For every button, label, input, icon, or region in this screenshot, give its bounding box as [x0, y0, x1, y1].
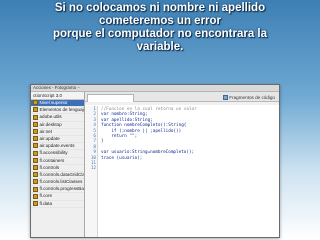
tree-item-label: fl.controls.dataGridClasses — [39, 171, 85, 177]
tree-item-label: fl.controls — [39, 164, 60, 170]
code-line: return ""; — [101, 134, 138, 139]
tree-item-label: fl.controls.progressBarClasses — [39, 186, 85, 192]
code-line: trace (usuario); — [101, 155, 143, 161]
tree-item-label: air.update.events — [39, 143, 75, 149]
actions-window: Acciones - Fotograma ~ ctionScript 3.0 N… — [30, 84, 280, 238]
heading-line-2: cometeremos un error — [98, 15, 222, 27]
package-icon — [33, 136, 38, 142]
package-icon — [33, 129, 38, 135]
tree-item[interactable]: air.update — [31, 135, 84, 144]
tree-item-label: fl.core — [39, 193, 53, 199]
tree-item-label: air.update — [39, 135, 60, 141]
tree-item-label: air.desktop — [39, 121, 62, 127]
package-icon — [33, 200, 38, 206]
code-snippets-button[interactable]: Fragmentos de código — [221, 94, 277, 101]
code-snippets-label: Fragmentos de código — [229, 94, 275, 100]
window-title: Acciones - Fotograma — [33, 85, 76, 90]
package-icon — [33, 121, 38, 127]
heading-line-1: Si no colocamos ni nombre ni apellido — [54, 2, 266, 14]
window-title-bar[interactable]: Acciones - Fotograma ~ — [31, 85, 279, 92]
package-icon — [33, 179, 38, 185]
package-icon — [33, 164, 38, 170]
tree-item[interactable]: air.desktop — [31, 122, 84, 129]
package-icon — [33, 186, 38, 192]
actions-toolbox-panel: ctionScript 3.0 Nivel superior Elementos … — [31, 92, 85, 237]
package-icon — [33, 107, 38, 113]
slide-heading: Si no colocamos ni nombre ni apellido co… — [0, 2, 320, 54]
tree-item-label: fl.controls.listClasses — [39, 179, 83, 185]
tree-item[interactable]: fl.controls — [31, 165, 84, 172]
package-icon — [33, 157, 38, 163]
tree-item[interactable]: fl.core — [31, 193, 84, 201]
heading-line-4: variable. — [136, 41, 184, 53]
package-icon — [33, 172, 38, 178]
tree-item-label: fl.data — [39, 200, 53, 206]
package-tree: Nivel superior Elementos de lenguaje adobe… — [31, 100, 84, 208]
package-icon — [33, 143, 38, 149]
tree-item[interactable]: fl.controls.progressBarClasses — [31, 186, 85, 194]
tree-item-label: fl.containers — [39, 157, 65, 163]
editor-tab-bar: Fragmentos de código — [85, 92, 279, 102]
line-number: 12 — [90, 166, 96, 172]
code-area[interactable]: 1 2 3 4 5 6 7 8 9 10 11 12//Funcion en la cual reto… — [85, 106, 279, 237]
tree-item[interactable]: fl.controls.listClasses — [31, 179, 84, 187]
tree-item[interactable]: fl.accessibility — [31, 150, 84, 158]
snippets-icon — [222, 94, 228, 100]
code-line: } — [101, 139, 104, 145]
tree-item[interactable]: air.update.events — [31, 143, 84, 151]
package-icon — [33, 100, 38, 106]
tree-item[interactable]: fl.data — [31, 201, 84, 208]
tree-item-label: air.net — [39, 128, 53, 134]
tree-item[interactable]: adobe.utils — [31, 114, 84, 122]
package-icon — [33, 150, 38, 156]
tree-item-label: adobe.utils — [39, 114, 62, 120]
tree-item[interactable]: Elementos de lenguaje — [31, 107, 85, 115]
tree-item-label: Nivel superior — [39, 100, 68, 105]
editor-tab[interactable] — [87, 93, 134, 102]
window-title-accent: ~ — [77, 85, 80, 90]
package-icon — [33, 114, 38, 120]
tree-item-label: fl.accessibility — [39, 150, 68, 156]
editor-toolbar — [85, 102, 279, 105]
package-icon — [33, 193, 38, 199]
heading-line-3: porque el computador no encontrara la — [52, 28, 268, 40]
tree-item[interactable]: air.net — [31, 129, 84, 136]
tree-item[interactable]: fl.containers — [31, 158, 84, 165]
script-editor: Fragmentos de código 1 2 3 4 5 6 7 8 9 10 11 12//Fu… — [85, 92, 279, 237]
language-selector[interactable]: ctionScript 3.0 — [31, 92, 84, 100]
tree-item-label: Elementos de lenguaje — [39, 107, 85, 113]
tree-item[interactable]: Nivel superior — [31, 100, 84, 108]
tree-item[interactable]: fl.controls.dataGridClasses — [31, 171, 85, 180]
